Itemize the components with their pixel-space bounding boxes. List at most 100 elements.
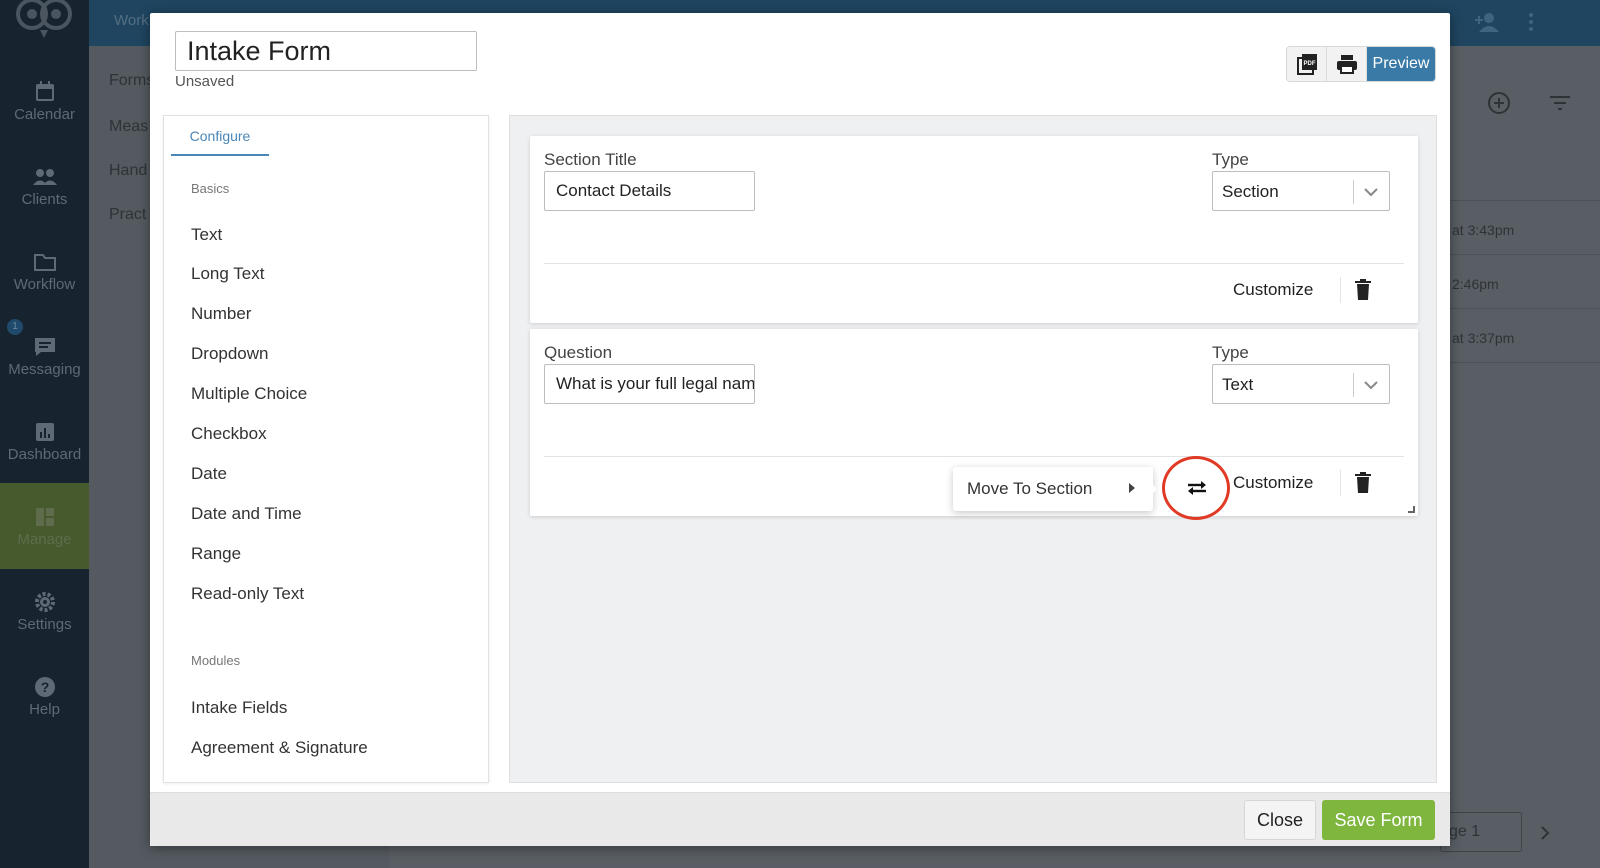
export-pdf-button[interactable]: PDF [1287,47,1327,81]
section-title-label: Section Title [544,150,637,169]
palette-item[interactable]: Range [191,544,241,564]
page-select[interactable]: ge 1 [1440,812,1522,852]
svg-text:PDF: PDF [1303,61,1315,67]
palette-item[interactable]: Number [191,304,251,324]
add-circle-icon[interactable] [1486,90,1512,116]
action-separator [1340,277,1341,303]
page-select-value: ge 1 [1449,823,1481,840]
palette-item[interactable]: Intake Fields [191,698,287,718]
move-to-section-item[interactable]: Move To Section [967,479,1092,499]
topbar-title: Work [114,12,149,29]
nav-calendar[interactable]: Calendar [0,58,89,144]
palette-item[interactable]: Date [191,464,227,484]
form-builder-modal: Unsaved PDF Preview Configure Basics Tex… [150,13,1450,846]
palette-item[interactable]: Multiple Choice [191,384,307,404]
nav-dashboard[interactable]: Dashboard [0,398,89,484]
palette-heading-basics: Basics [191,181,230,196]
folder-icon [33,254,56,271]
chevron-right-icon[interactable] [1538,824,1552,842]
printer-icon [1336,55,1357,74]
chevron-down-icon [1364,188,1378,197]
modal-footer: Close Save Form [150,792,1450,846]
question-input[interactable]: What is your full legal name? [544,364,755,404]
palette-item[interactable]: Read-only Text [191,584,304,604]
tab-configure[interactable]: Configure [171,116,269,156]
row-timestamp: 2:46pm [1452,276,1499,292]
add-user-icon[interactable] [1473,8,1501,36]
type-select[interactable]: Section [1212,171,1390,211]
type-select[interactable]: Text [1212,364,1390,404]
select-separator [1353,373,1354,397]
customize-button[interactable]: Customize [1233,473,1313,493]
unread-badge: 1 [7,319,23,335]
select-separator [1353,180,1354,204]
resize-handle[interactable] [1408,506,1415,513]
pdf-icon: PDF [1296,54,1317,75]
customize-button[interactable]: Customize [1233,280,1313,300]
palette-item[interactable]: Text [191,225,222,245]
nav-settings[interactable]: Settings [0,568,89,654]
filter-icon[interactable] [1548,92,1572,114]
subnav-item[interactable]: Hand [109,162,147,180]
form-canvas: Section Title Contact Details Type Secti… [509,115,1437,783]
nav-label: Manage [17,531,72,548]
popover-pointer [1150,482,1157,496]
subnav-item[interactable]: Pract [109,206,146,224]
help-icon: ? [34,677,55,697]
nav-label: Settings [17,616,72,633]
palette-item[interactable]: Checkbox [191,424,267,444]
nav-manage[interactable]: Manage [0,483,89,569]
print-button[interactable] [1327,47,1367,81]
nav-label: Messaging [8,361,81,378]
save-status: Unsaved [175,73,235,90]
chevron-down-icon [1364,381,1378,390]
chart-icon [35,423,54,441]
card-divider [544,456,1404,457]
close-button[interactable]: Close [1244,800,1316,840]
header-toolbar: PDF Preview [1287,47,1435,81]
nav-messaging[interactable]: 1 Messaging [0,313,89,399]
type-label: Type [1212,150,1249,169]
message-icon [34,338,55,356]
nav-label: Help [29,701,60,718]
subnav-item[interactable]: Forms [109,72,154,90]
nav-label: Dashboard [7,446,82,463]
form-title-input[interactable] [175,31,477,71]
trash-icon[interactable] [1353,471,1373,495]
section-title-input[interactable]: Contact Details [544,171,755,211]
manage-icon [35,508,54,526]
type-select-value: Text [1222,375,1254,394]
calendar-icon [35,81,54,101]
clients-icon [32,169,57,185]
nav-clients[interactable]: Clients [0,143,89,229]
palette-heading-modules: Modules [191,653,241,668]
palette-item[interactable]: Long Text [191,264,264,284]
nav-help[interactable]: ? Help [0,653,89,739]
palette-item[interactable]: Agreement & Signature [191,738,368,758]
row-timestamp: at 3:43pm [1452,222,1515,238]
app-sidebar: Calendar Clients Workflow 1 Messaging Da… [0,0,89,868]
type-select-value: Section [1222,182,1279,201]
save-form-button[interactable]: Save Form [1322,800,1435,840]
preview-button[interactable]: Preview [1367,47,1435,81]
field-palette: Configure Basics Text Long Text Number D… [163,115,489,783]
nav-workflow[interactable]: Workflow [0,228,89,314]
palette-item[interactable]: Date and Time [191,504,302,524]
move-to-section-menu[interactable]: Move To Section [953,467,1157,511]
question-label: Question [544,343,613,362]
type-label: Type [1212,343,1249,362]
nav-label: Calendar [14,106,75,123]
highlight-ring [1162,456,1230,520]
submenu-caret-icon [1129,483,1135,493]
more-vertical-icon[interactable] [1517,8,1545,36]
nav-label: Workflow [13,276,76,293]
trash-icon[interactable] [1353,278,1373,302]
owl-logo-icon [16,0,72,38]
card-divider [544,263,1404,264]
nav-label: Clients [21,191,68,208]
section-card[interactable]: Section Title Contact Details Type Secti… [530,136,1418,323]
svg-text:?: ? [40,679,49,695]
gear-icon [34,592,55,612]
palette-item[interactable]: Dropdown [191,344,269,364]
subnav-item[interactable]: Meas [109,118,148,136]
